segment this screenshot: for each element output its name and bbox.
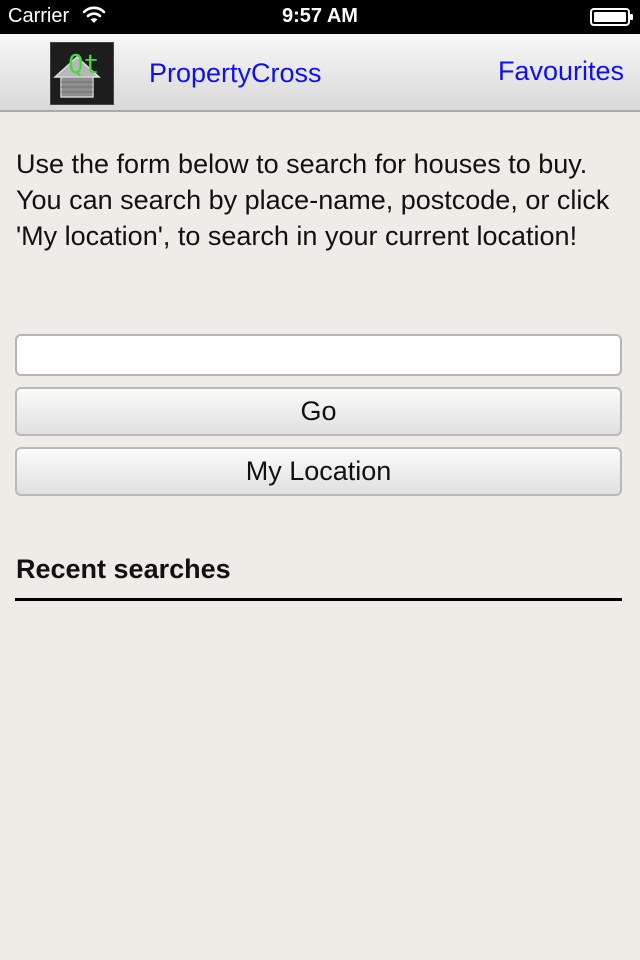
recent-searches-heading: Recent searches [16, 554, 231, 584]
recent-searches-divider [15, 598, 622, 601]
battery-icon [590, 8, 633, 26]
status-bar: Carrier 9:57 AM [0, 0, 640, 34]
favourites-button[interactable]: Favourites [498, 56, 624, 87]
logo-text: Qt [68, 50, 99, 80]
my-location-button[interactable]: My Location [15, 447, 622, 496]
intro-text: Use the form below to search for houses … [16, 149, 610, 251]
app-title[interactable]: PropertyCross [149, 58, 322, 89]
status-time: 9:57 AM [282, 5, 358, 27]
house-logo-icon: Qt [50, 42, 114, 105]
search-input[interactable] [15, 334, 622, 376]
nav-bar: Qt PropertyCross Favourites [0, 34, 640, 112]
go-button[interactable]: Go [15, 387, 622, 436]
